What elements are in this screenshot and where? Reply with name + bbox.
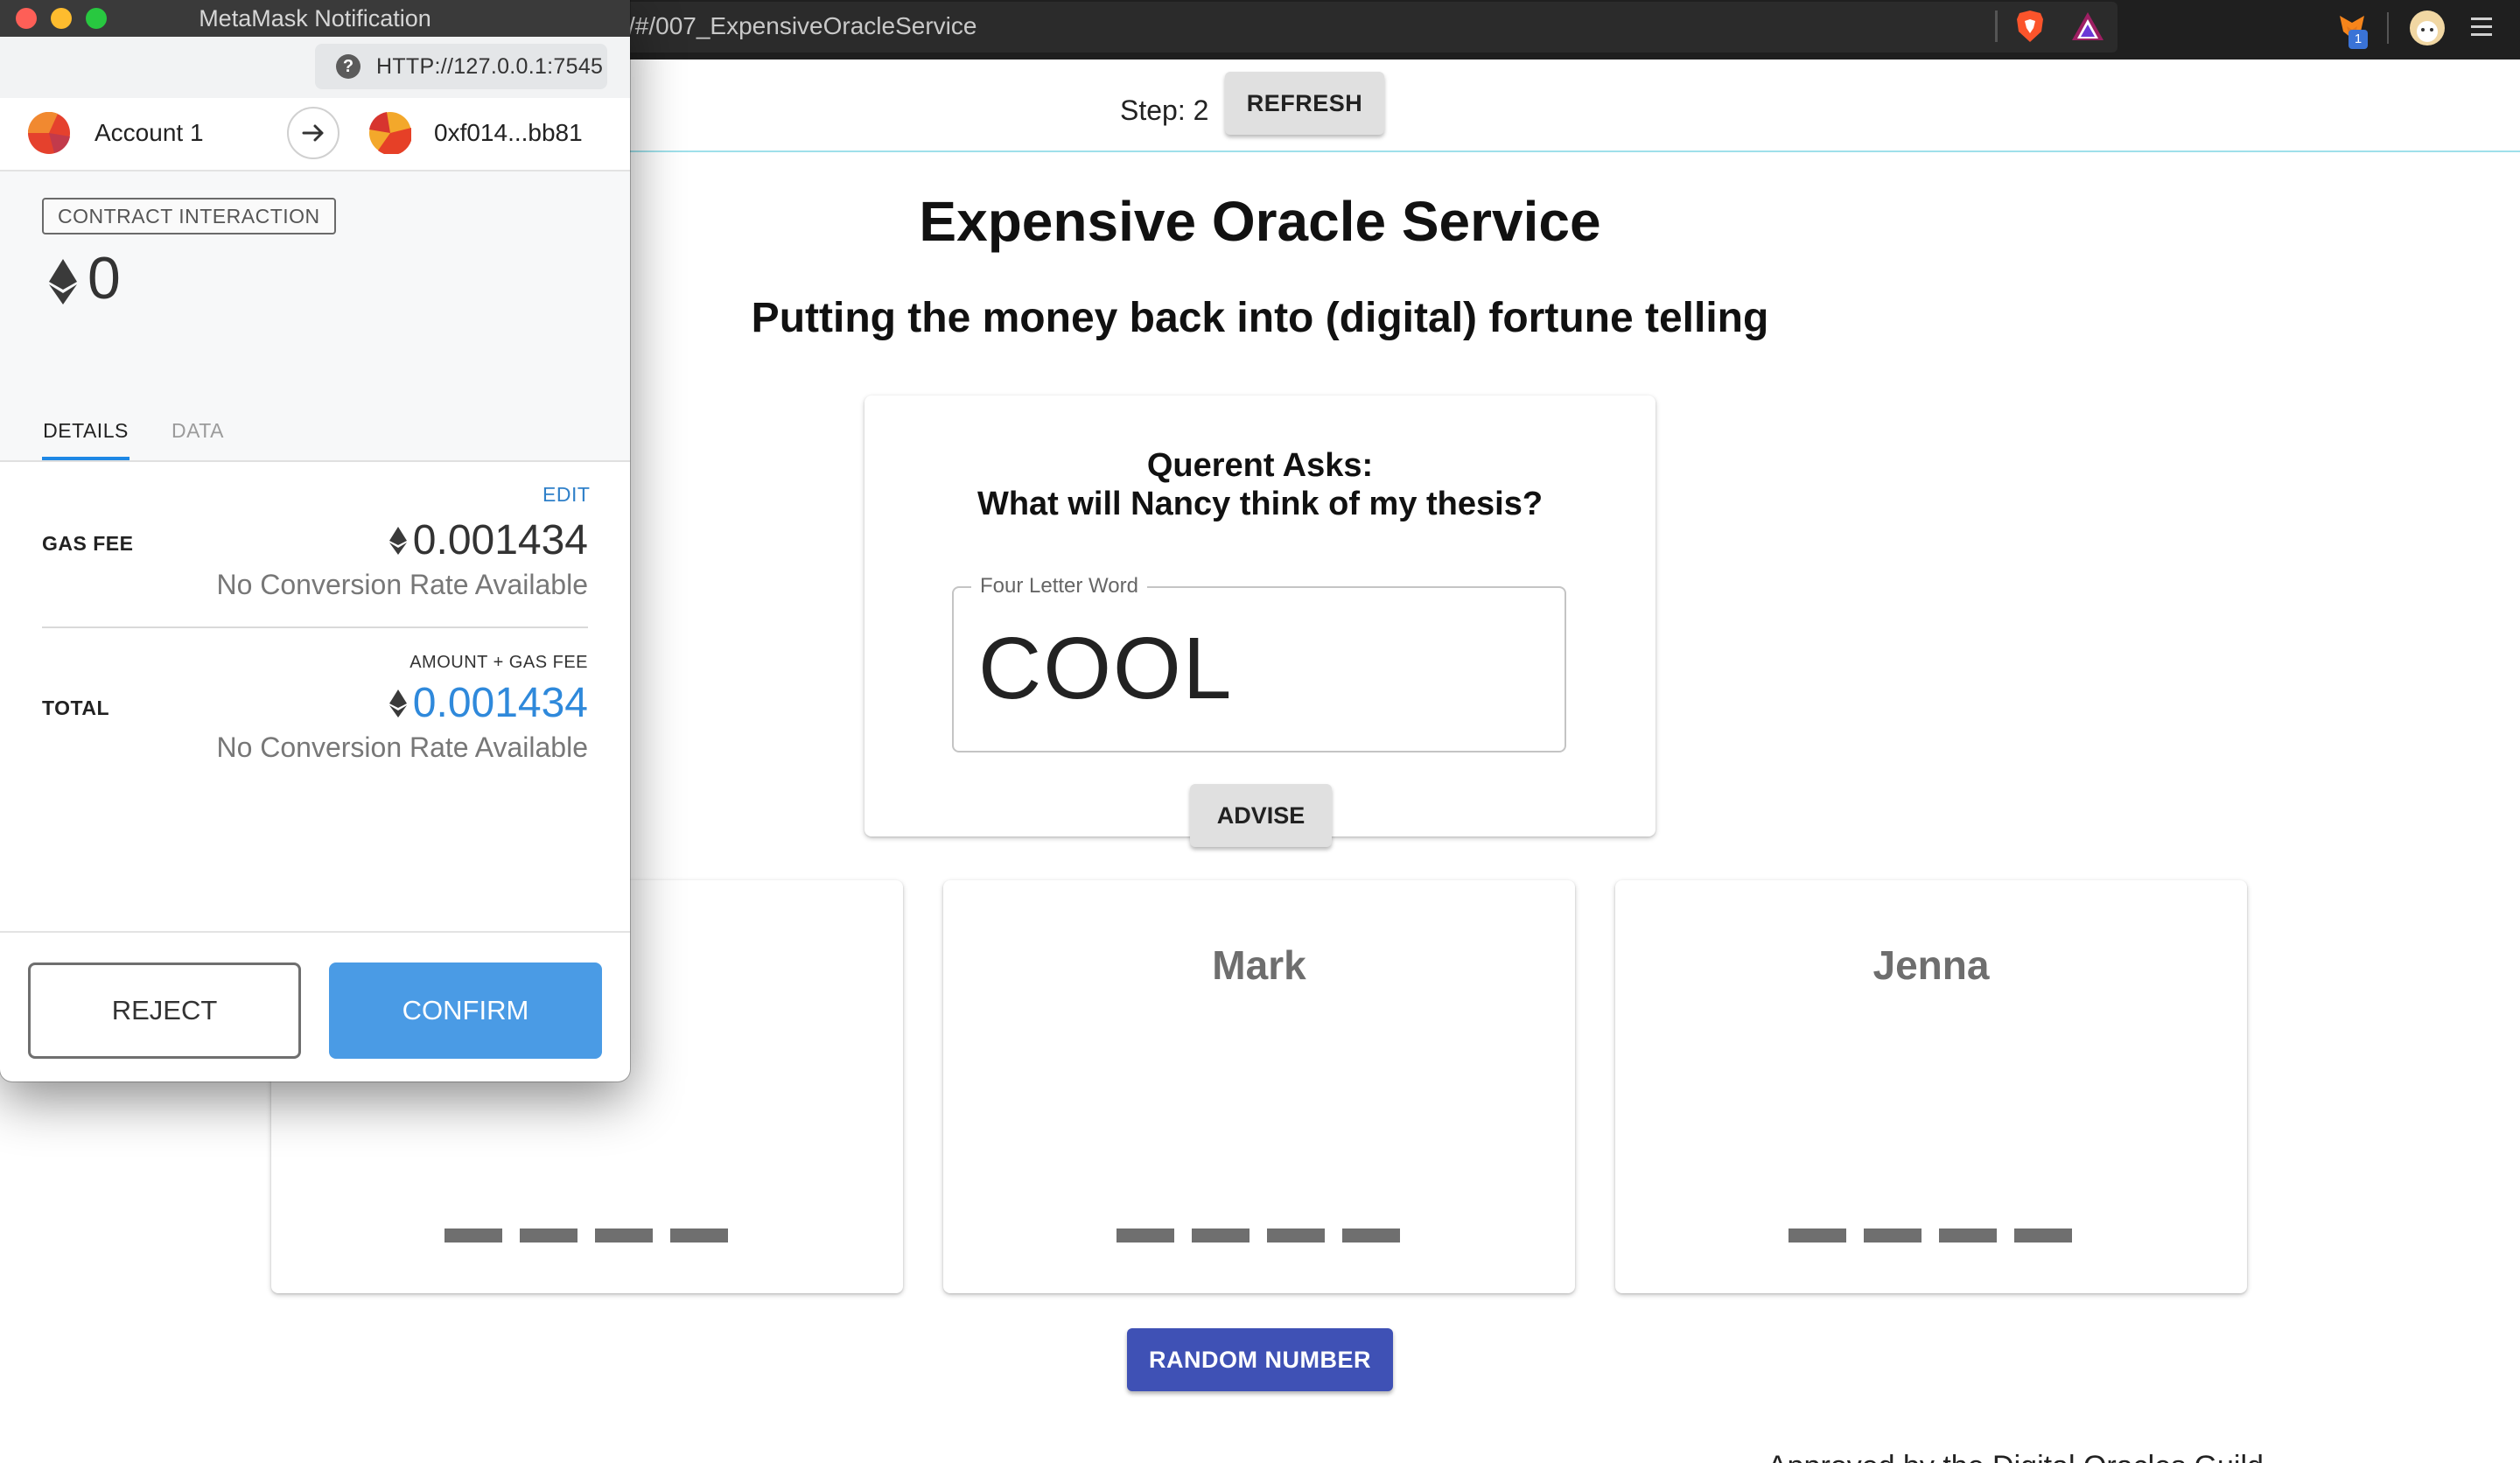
letter-slot [1192, 1228, 1250, 1242]
total-caption: AMOUNT + GAS FEE [410, 653, 588, 672]
refresh-button[interactable]: REFRESH [1225, 72, 1384, 135]
total-row: 0.001434 [388, 679, 588, 728]
ethereum-icon [49, 259, 77, 304]
oracle-answer-placeholder [444, 1228, 730, 1244]
letter-slot [1864, 1228, 1922, 1242]
metamask-titlebar: MetaMask Notification [0, 0, 630, 37]
ethereum-icon [388, 690, 407, 718]
advise-button[interactable]: ADVISE [1190, 784, 1332, 847]
origin-pill: ? HTTP://127.0.0.1:7545 [315, 44, 607, 89]
footer-text: Approved by the Digital Oracles Guild [1768, 1449, 2264, 1463]
profile-avatar-icon[interactable] [2408, 9, 2446, 47]
arrow-right-icon [287, 107, 340, 159]
tab-data[interactable]: DATA [172, 413, 224, 448]
header-divider [612, 150, 2520, 152]
oracle-name: Mark [1212, 942, 1306, 988]
letter-slot [595, 1228, 653, 1242]
question-text: What will Nancy think of my thesis? [976, 486, 1544, 522]
oracle-answer-placeholder [1788, 1228, 2074, 1244]
total-value: 0.001434 [412, 680, 588, 726]
letter-slot [1116, 1228, 1174, 1242]
question-heading: Querent Asks: [1146, 447, 1374, 484]
four-letter-word-input[interactable]: COOL [978, 616, 1233, 721]
four-letter-word-field[interactable]: Four Letter Word COOL [952, 574, 1566, 752]
question-card: Querent Asks: What will Nancy think of m… [864, 396, 1656, 847]
transaction-amount: 0 [88, 245, 121, 312]
recipient-identicon [369, 112, 411, 154]
letter-slot [670, 1228, 728, 1242]
total-conversion: No Conversion Rate Available [216, 732, 588, 763]
random-number-button[interactable]: RANDOM NUMBER [1127, 1328, 1393, 1391]
tab-divider [0, 460, 630, 462]
letter-slot [2014, 1228, 2072, 1242]
oracle-card: Mark [943, 880, 1575, 1293]
letter-slot [1939, 1228, 1997, 1242]
origin-row: ? HTTP://127.0.0.1:7545 [0, 37, 630, 98]
metamask-popup: MetaMask Notification ? HTTP://127.0.0.1… [0, 0, 630, 1082]
from-account-name[interactable]: Account 1 [94, 98, 204, 168]
toolbar-separator [2387, 12, 2389, 44]
footer-divider [0, 931, 630, 933]
letter-slot [1267, 1228, 1325, 1242]
hamburger-menu-icon[interactable] [2468, 12, 2496, 42]
account-identicon [28, 112, 70, 154]
oracle-answer-placeholder [1116, 1228, 1402, 1244]
ethereum-icon [388, 527, 407, 555]
oracle-card: Jenna [1615, 880, 2247, 1293]
reject-button[interactable]: REJECT [28, 962, 301, 1059]
recipient-address[interactable]: 0xf014...bb81 [434, 98, 583, 168]
extension-badge: 1 [2348, 30, 2368, 49]
account-transfer-row: Account 1 0xf014...bb81 [0, 98, 630, 172]
edit-gas-link[interactable]: EDIT [542, 483, 590, 507]
confirm-button[interactable]: CONFIRM [329, 962, 602, 1059]
step-label: Step: 2 [1120, 94, 1209, 126]
brave-rewards-icon[interactable] [2070, 10, 2105, 42]
letter-slot [520, 1228, 578, 1242]
gas-fee-label: GAS FEE [42, 532, 134, 555]
address-bar-url[interactable]: /#/007_ExpensiveOracleService [628, 9, 976, 44]
gas-fee-conversion: No Conversion Rate Available [216, 569, 588, 600]
gas-fee-row: 0.001434 [388, 516, 588, 565]
oracle-name: Jenna [1872, 942, 1990, 988]
metamask-window-title: MetaMask Notification [199, 5, 431, 32]
address-bar-separator [1995, 10, 1998, 42]
brave-shields-icon[interactable] [2014, 9, 2046, 44]
letter-slot [444, 1228, 502, 1242]
four-letter-word-label: Four Letter Word [971, 574, 1147, 598]
letter-slot [1342, 1228, 1400, 1242]
details-divider [42, 626, 588, 628]
contract-interaction-badge: CONTRACT INTERACTION [42, 198, 336, 234]
letter-slot [1788, 1228, 1846, 1242]
origin-url: HTTP://127.0.0.1:7545 [376, 54, 604, 79]
question-mark-icon: ? [336, 54, 360, 79]
total-label: TOTAL [42, 696, 110, 719]
gas-fee-value: 0.001434 [412, 517, 588, 564]
